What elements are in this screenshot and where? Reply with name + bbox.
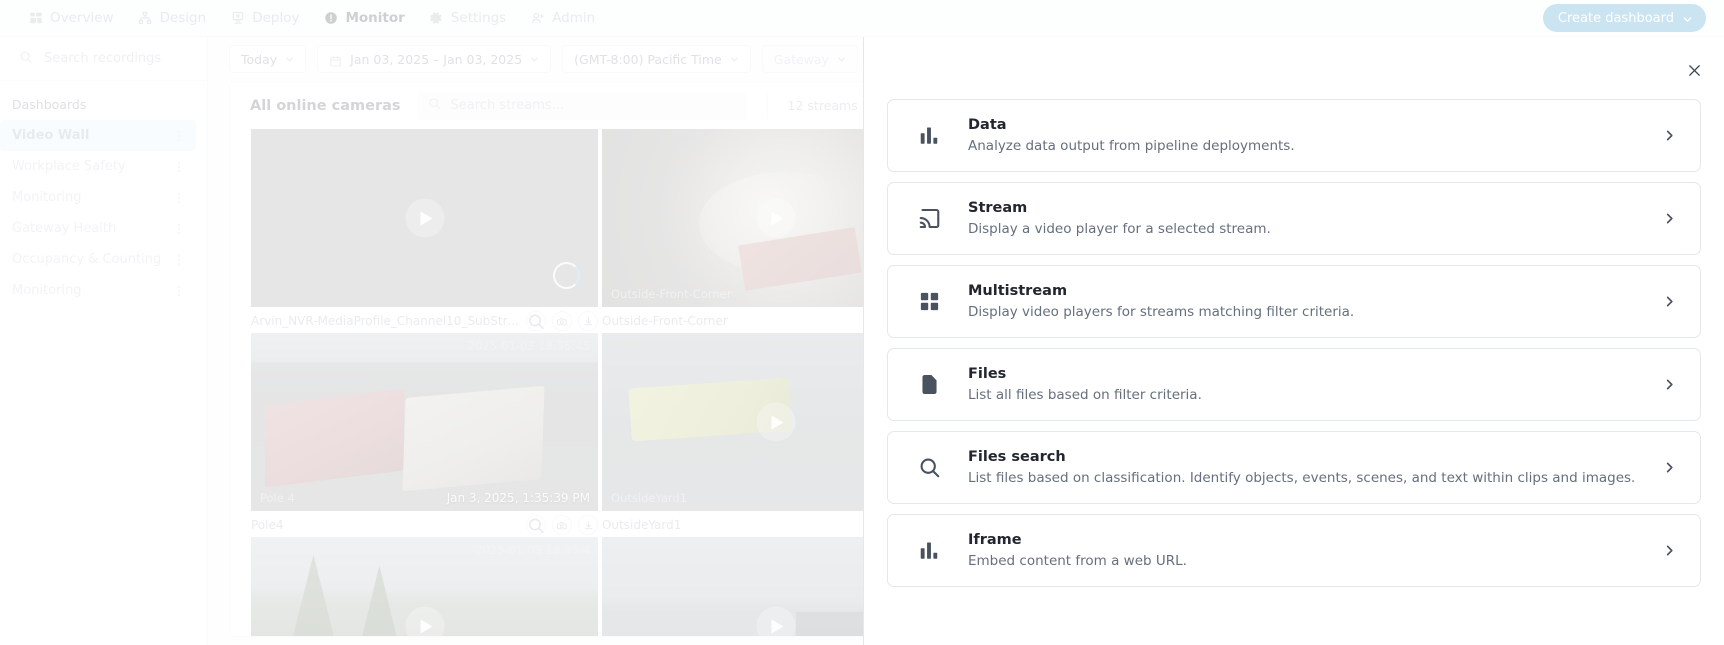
chevron-right-icon (1662, 461, 1676, 474)
bar-chart-icon (916, 124, 942, 147)
close-icon[interactable] (1683, 59, 1705, 81)
widget-card-body: Stream Display a video player for a selec… (968, 198, 1662, 239)
widget-card-body: Files List all files based on filter crit… (968, 364, 1662, 405)
chevron-right-icon (1662, 378, 1676, 391)
widget-card-body: Multistream Display video players for str… (968, 281, 1662, 322)
grid-four-icon (916, 290, 942, 313)
widget-card-body: Files search List files based on classifi… (968, 447, 1662, 488)
widget-card-body: Data Analyze data output from pipeline de… (968, 115, 1662, 156)
search-icon (916, 456, 942, 479)
widget-card-files-search[interactable]: Files search List files based on classifi… (887, 431, 1701, 504)
widget-card-description: Embed content from a web URL. (968, 552, 1187, 569)
bar-chart-icon (916, 539, 942, 562)
file-icon (916, 373, 942, 396)
widget-type-drawer: Data Analyze data output from pipeline de… (863, 37, 1724, 645)
widget-card-description: List all files based on filter criteria. (968, 386, 1202, 403)
widget-type-list: Data Analyze data output from pipeline de… (864, 99, 1724, 587)
widget-card-iframe[interactable]: Iframe Embed content from a web URL. (887, 514, 1701, 587)
widget-card-description: Analyze data output from pipeline deploy… (968, 137, 1295, 154)
chevron-right-icon (1662, 544, 1676, 557)
cast-icon (916, 207, 942, 230)
widget-card-description: List files based on classification. Iden… (968, 469, 1636, 486)
widget-card-title: Files (968, 365, 1007, 382)
drawer-header (864, 37, 1724, 99)
widget-card-body: Iframe Embed content from a web URL. (968, 530, 1662, 571)
chevron-right-icon (1662, 295, 1676, 308)
chevron-right-icon (1662, 129, 1676, 142)
widget-card-title: Files search (968, 448, 1066, 465)
widget-card-data[interactable]: Data Analyze data output from pipeline de… (887, 99, 1701, 172)
widget-card-title: Stream (968, 199, 1028, 216)
widget-card-description: Display a video player for a selected st… (968, 220, 1271, 237)
widget-card-title: Data (968, 116, 1007, 133)
chevron-right-icon (1662, 212, 1676, 225)
widget-card-description: Display video players for streams matchi… (968, 303, 1355, 320)
widget-card-title: Multistream (968, 282, 1068, 299)
widget-card-stream[interactable]: Stream Display a video player for a selec… (887, 182, 1701, 255)
widget-card-multistream[interactable]: Multistream Display video players for str… (887, 265, 1701, 338)
widget-card-title: Iframe (968, 531, 1022, 548)
widget-card-files[interactable]: Files List all files based on filter crit… (887, 348, 1701, 421)
